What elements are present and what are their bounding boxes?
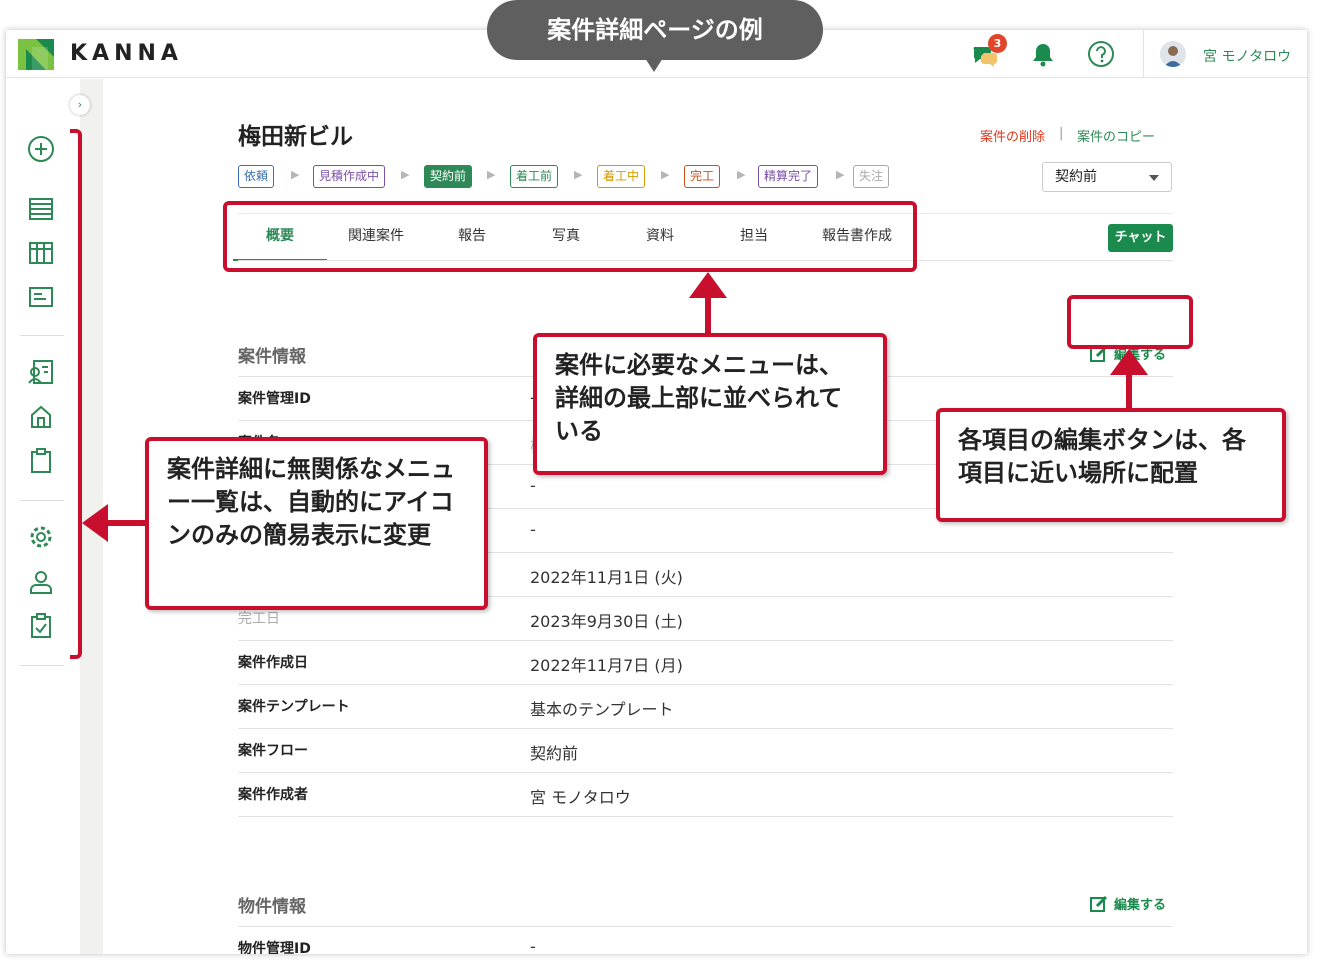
add-circle-icon[interactable] bbox=[26, 134, 56, 164]
row-divider bbox=[238, 640, 1173, 641]
note-sidebar: 案件詳細に無関係なメニュー一覧は、自動的にアイコンのみの簡易表示に変更 bbox=[145, 437, 488, 610]
status-select[interactable]: 契約前 bbox=[1042, 162, 1172, 192]
delete-project-link[interactable]: 案件の削除 bbox=[980, 126, 1045, 145]
arrow-left-icon bbox=[82, 504, 108, 542]
chat-button[interactable]: チャット bbox=[1108, 224, 1173, 252]
stage-chip[interactable]: 着工前 bbox=[510, 165, 559, 188]
sidebar-expand-button[interactable]: › bbox=[70, 95, 90, 115]
clipboard-icon[interactable] bbox=[26, 446, 56, 476]
property-info-edit-button[interactable]: 編集する bbox=[1090, 894, 1166, 913]
row-value: 宮 モノタロウ bbox=[530, 788, 631, 807]
note-menu-top: 案件に必要なメニューは、詳細の最上部に並べられている bbox=[533, 333, 887, 475]
logo-text: KANNA bbox=[70, 41, 183, 66]
row-value: 契約前 bbox=[530, 744, 579, 763]
row-divider bbox=[238, 684, 1173, 685]
avatar[interactable] bbox=[1160, 41, 1186, 67]
sidebar-divider bbox=[20, 665, 64, 666]
sidebar-divider bbox=[20, 500, 64, 501]
row-value: 2022年11月7日 (月) bbox=[530, 656, 683, 675]
arrow-shaft bbox=[1126, 373, 1132, 411]
sidebar-divider bbox=[20, 335, 64, 336]
sidebar bbox=[6, 79, 80, 954]
arrow-up-icon bbox=[1110, 349, 1148, 375]
edit-highlight bbox=[1067, 295, 1193, 349]
help-icon[interactable] bbox=[1086, 39, 1116, 69]
stage-chip[interactable]: 契約前 bbox=[424, 165, 473, 188]
row-label: 案件作成者 bbox=[238, 787, 308, 803]
row-divider bbox=[238, 728, 1173, 729]
stage-arrow-icon: ▶ bbox=[401, 168, 410, 181]
page-banner: 案件詳細ページの例 bbox=[487, 0, 823, 60]
arrow-up-icon bbox=[689, 272, 727, 298]
row-value: - bbox=[530, 476, 536, 495]
row-label: 案件作成日 bbox=[238, 655, 308, 671]
status-select-value: 契約前 bbox=[1055, 169, 1097, 185]
stage-chip[interactable]: 精算完了 bbox=[758, 165, 819, 188]
arrow-shaft bbox=[705, 296, 711, 336]
gear-icon[interactable] bbox=[26, 522, 56, 552]
document-icon[interactable] bbox=[26, 282, 56, 312]
stage-arrow-icon: ▶ bbox=[574, 168, 583, 181]
edit-icon bbox=[1090, 895, 1108, 912]
stage-arrow-icon: ▶ bbox=[836, 168, 845, 181]
row-label: 案件管理ID bbox=[238, 391, 311, 407]
stage-arrow-icon: ▶ bbox=[487, 168, 496, 181]
tabs-highlight bbox=[223, 201, 917, 272]
row-label: 案件フロー bbox=[238, 743, 308, 759]
list-icon[interactable] bbox=[26, 194, 56, 224]
banner-tail bbox=[645, 58, 663, 72]
kanna-logo-icon[interactable] bbox=[18, 39, 54, 70]
copy-project-link[interactable]: 案件のコピー bbox=[1077, 126, 1155, 145]
row-label: 物件管理ID bbox=[238, 941, 311, 954]
checklist-icon[interactable] bbox=[26, 611, 56, 641]
note-edit-buttons: 各項目の編集ボタンは、各項目に近い場所に配置 bbox=[936, 408, 1286, 522]
row-divider bbox=[238, 816, 1173, 817]
chevron-down-icon bbox=[1149, 175, 1159, 181]
topbar-divider bbox=[1143, 30, 1144, 78]
arrow-shaft bbox=[106, 520, 148, 526]
edit-label: 編集する bbox=[1114, 898, 1167, 913]
row-label: 案件テンプレート bbox=[238, 699, 350, 715]
row-label: 完工日 bbox=[238, 611, 280, 627]
stage-chip[interactable]: 依頼 bbox=[238, 165, 275, 188]
columns-icon[interactable] bbox=[26, 238, 56, 268]
case-info-heading: 案件情報 bbox=[238, 347, 306, 367]
page-title: 梅田新ビル bbox=[238, 124, 353, 150]
row-value: 2022年11月1日 (火) bbox=[530, 568, 683, 587]
bell-icon[interactable] bbox=[1028, 39, 1058, 69]
stage-chip[interactable]: 着工中 bbox=[597, 165, 646, 188]
chat-badge: 3 bbox=[988, 34, 1007, 53]
stage-chip[interactable]: 見積作成中 bbox=[313, 165, 386, 188]
link-separator: | bbox=[1059, 126, 1064, 141]
stage-arrow-icon: ▶ bbox=[661, 168, 670, 181]
row-value: 2023年9月30日 (土) bbox=[530, 612, 683, 631]
user-avatar-icon bbox=[1160, 41, 1186, 67]
row-divider bbox=[238, 772, 1173, 773]
building-icon[interactable] bbox=[26, 401, 56, 431]
user-name[interactable]: 宮 モノタロウ bbox=[1203, 46, 1291, 66]
stage-chip[interactable]: 失注 bbox=[853, 165, 890, 188]
row-value: 基本のテンプレート bbox=[530, 700, 674, 719]
row-value: - bbox=[530, 520, 536, 539]
stage-arrow-icon: ▶ bbox=[291, 168, 300, 181]
person-card-icon[interactable] bbox=[26, 357, 56, 387]
user-icon[interactable] bbox=[26, 567, 56, 597]
row-divider bbox=[238, 926, 1173, 927]
stage-arrow-icon: ▶ bbox=[737, 168, 746, 181]
sidebar-highlight bbox=[70, 129, 82, 659]
property-info-heading: 物件情報 bbox=[238, 897, 306, 917]
row-value: - bbox=[530, 937, 536, 954]
stage-chip[interactable]: 完工 bbox=[684, 165, 721, 188]
